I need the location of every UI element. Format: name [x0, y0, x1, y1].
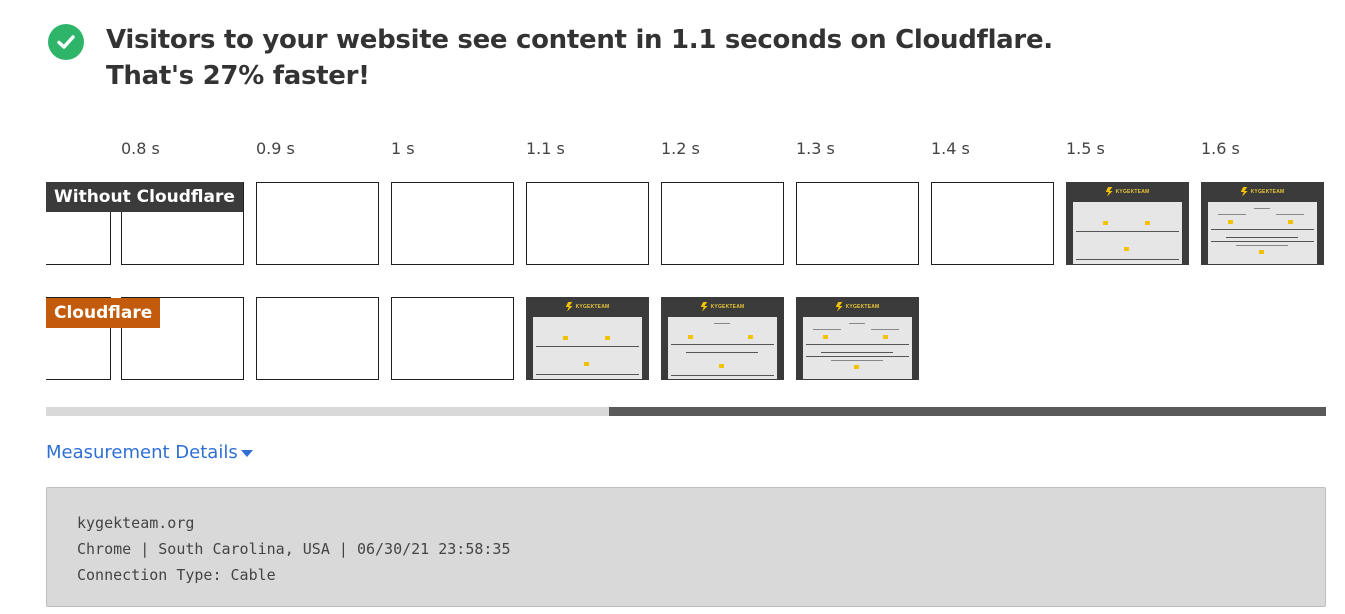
timeline-label: 0.8 s: [121, 139, 160, 158]
details-connection-type: Connection Type: Cable: [77, 566, 276, 584]
timeline-label: 1.6 s: [1201, 139, 1240, 158]
timeline-label: 1.5 s: [1066, 139, 1105, 158]
timeline-label: 1 s: [391, 139, 415, 158]
measurement-details-panel: kygekteam.org Chrome | South Carolina, U…: [46, 487, 1326, 607]
filmstrip-frame-blank: [931, 182, 1054, 265]
check-circle-icon: [48, 24, 84, 60]
filmstrip-frame-blank: [661, 182, 784, 265]
logo-icon: [835, 301, 843, 312]
filmstrip-frame-blank: [391, 297, 514, 380]
filmstrip-frame-screenshot: KYGEKTEAM: [1066, 182, 1189, 265]
details-url: kygekteam.org: [77, 514, 195, 532]
headline-line-1: Visitors to your website see content in …: [106, 25, 1053, 55]
caret-down-icon: [240, 449, 253, 457]
filmstrip-frame-screenshot: KYGEKTEAM: [1201, 182, 1324, 265]
frame-logo-text: KYGEKTEAM: [710, 303, 745, 310]
frame-logo-text: KYGEKTEAM: [1250, 188, 1285, 195]
row-label-cloudflare: Cloudflare: [46, 298, 161, 328]
headline-line-2: That's 27% faster!: [106, 61, 370, 91]
filmstrip-frame-screenshot: KYGEKTEAM: [661, 297, 784, 380]
timeline-progress-fill: [609, 407, 1326, 416]
logo-icon: [1105, 186, 1113, 197]
details-browser-location-date: Chrome | South Carolina, USA | 06/30/21 …: [77, 540, 511, 558]
filmstrip-frame-screenshot: KYGEKTEAM: [526, 297, 649, 380]
measurement-details-label: Measurement Details: [46, 442, 238, 463]
filmstrip-frame-blank: [796, 182, 919, 265]
filmstrip-frame-screenshot: KYGEKTEAM: [796, 297, 919, 380]
measurement-details-toggle[interactable]: Measurement Details: [46, 442, 253, 463]
row-label-without-cloudflare: Without Cloudflare: [46, 182, 243, 212]
frame-logo-text: KYGEKTEAM: [1115, 188, 1150, 195]
timeline-label: 1.2 s: [661, 139, 700, 158]
timeline-label: 0.9 s: [256, 139, 295, 158]
headline-text: Visitors to your website see content in …: [106, 22, 1053, 94]
timeline-label: 1.3 s: [796, 139, 835, 158]
logo-icon: [565, 301, 573, 312]
filmstrip-frame-blank: [256, 297, 379, 380]
filmstrip-frame-blank: [391, 182, 514, 265]
frame-logo-text: KYGEKTEAM: [845, 303, 880, 310]
logo-icon: [1240, 186, 1248, 197]
timeline-progress-track: [46, 407, 1326, 416]
result-headline: Visitors to your website see content in …: [48, 22, 1053, 94]
frame-logo-text: KYGEKTEAM: [575, 303, 610, 310]
timeline-label: 1.1 s: [526, 139, 565, 158]
filmstrip-frame-blank: [526, 182, 649, 265]
logo-icon: [700, 301, 708, 312]
timeline-label: 1.4 s: [931, 139, 970, 158]
filmstrip-frame-blank: [256, 182, 379, 265]
